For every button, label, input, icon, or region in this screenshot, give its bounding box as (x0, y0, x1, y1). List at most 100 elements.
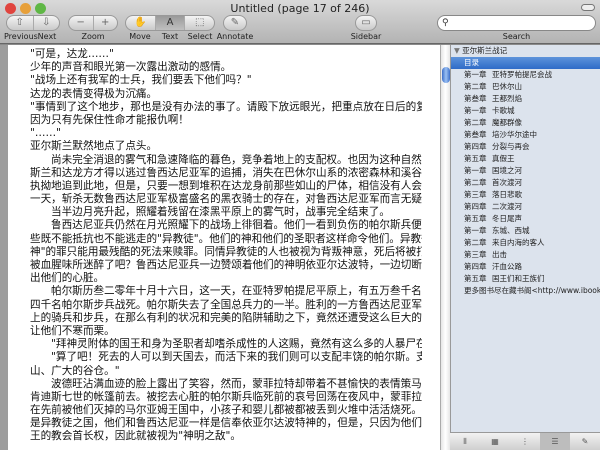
disclosure-triangle-icon[interactable]: ▼ (454, 46, 462, 55)
outline-chapter-title: 卡歌城 (492, 106, 515, 115)
outline-item[interactable]: 第二章 首次渡河 (451, 177, 600, 189)
outline-chapter-number: 目录 (464, 58, 479, 67)
outline-chapter-number: 第五章 (464, 274, 487, 283)
contact-sheet-icon[interactable]: ⋮ (510, 433, 540, 450)
outline-item[interactable]: 目录 (451, 57, 600, 69)
previous-up-arrow-icon[interactable]: ⇧ (7, 16, 34, 30)
outline-item[interactable]: 第一章 国境之河 (451, 165, 600, 177)
select-marquee-icon[interactable]: ⬚ (185, 16, 214, 30)
outline-chapter-title: 培沙华尔途中 (492, 130, 537, 139)
outline-chapter-number: 第二章 (464, 178, 487, 187)
text-line: "拜神灵附体的国王和身为圣职者却嗜杀成性的人这赐，竟然有这么多的人暴尸在异国的土… (51, 338, 422, 351)
outline-item[interactable]: 第五章 真假王 (451, 153, 600, 165)
outline-chapter-title: 冬日尾声 (492, 214, 522, 223)
text-line: 帕尔斯历叁二零年十月十六日，这一天，在亚特罗帕提尼平原上，有五万叁千名帕尔斯骑兵… (51, 285, 422, 298)
outline-item[interactable]: 第二章 来自内海的客人 (451, 237, 600, 249)
tool-mode-control: ✋ A ⬚ (125, 15, 215, 31)
page-nav-control: ⇧ ⇩ (6, 15, 60, 31)
text-line: 王的教会首长权，因此就被视为"神明之敌"。 (30, 430, 242, 443)
outline-chapter-number: 第二章 (464, 238, 487, 247)
scrollbar-thumb[interactable] (442, 67, 450, 83)
text-line: "事情到了这个地步，那也是没有办法的事了。请殿下放远眼光，把重点放在日后的复仇吧… (30, 100, 422, 113)
sidebar-footer: ⦀ ▦ ⋮ ☰ ✎ (450, 432, 600, 450)
outline-item[interactable]: 第四章 二次渡河 (451, 201, 600, 213)
previous-label: Previous (4, 32, 38, 41)
outline-chapter-title: 魔都群像 (492, 118, 522, 127)
toolbar: Untitled (page 17 of 246) ⇧ ⇩ Previous Ne… (0, 0, 600, 44)
outline-chapter-title: 分裂与再会 (492, 142, 530, 151)
outline-item[interactable]: 第二章 魔都群像 (451, 117, 600, 129)
outline-item[interactable]: 第五章 国王们和王族们 (451, 273, 600, 285)
search-label: Search (502, 32, 531, 41)
sidebar-icon: ▭ (361, 17, 371, 28)
outline-chapter-number: 第五章 (464, 154, 487, 163)
outline-item[interactable]: 第五章 冬日尾声 (451, 213, 600, 225)
outline-item[interactable]: 第叁章 培沙华尔途中 (451, 129, 600, 141)
window-title: Untitled (page 17 of 246) (230, 2, 370, 15)
outline-item[interactable]: 第叁章 王都烈焰 (451, 93, 600, 105)
pencil-icon: ✎ (230, 17, 240, 28)
toolbar-toggle-button[interactable] (581, 4, 595, 11)
text-line: "算了吧！死去的人可以到天国去，而活下来的我们则可以支配丰饶的帕尔斯。支配大陆公… (51, 351, 422, 364)
text-line: 神"的罪只能用最残酷的死法来赎罪。同情异教徒的人也被视为背叛神意，死后将被打下地… (30, 245, 422, 258)
outline-chapter-number: 第一章 (464, 226, 487, 235)
annotate-button[interactable]: ✎ (223, 15, 247, 31)
outline-item[interactable]: 第三章 落日悲歌 (451, 189, 600, 201)
outline-chapter-number: 第叁章 (464, 130, 487, 139)
text-line: 四千名帕尔斯步兵战死。帕尔斯失去了全国总兵力的一半。胜利的一方鲁西达尼亚军也损失… (30, 298, 422, 311)
text-line: 执拗地追到此地，但是，只要一想到堆积在达龙身前那些如山的尸体，相信没有人会不感到… (30, 179, 422, 192)
annotations-view-icon[interactable]: ✎ (570, 433, 600, 450)
zoom-out-minus-icon[interactable]: − (69, 16, 94, 30)
text-line: "战场上还有我军的士兵，我们要丢下他们吗？" (30, 74, 252, 87)
text-tool-icon[interactable]: A (155, 16, 186, 30)
outline-item[interactable]: 第一章 卡歌城 (451, 105, 600, 117)
search-input[interactable]: ⚲ (437, 15, 596, 31)
outline-chapter-title: 来自内海的客人 (492, 238, 545, 247)
resize-grip-icon[interactable]: ⦀ (450, 433, 480, 450)
zoom-label: Zoom (81, 32, 105, 41)
outline-chapter-title: 真假王 (492, 154, 515, 163)
move-label: Move (129, 32, 151, 41)
vertical-scrollbar[interactable] (440, 45, 450, 450)
text-line: 尚未完全消退的雾气和急速降临的暮色，竞争着地上的支配权。也因为这种自然条件的庇护… (51, 153, 422, 166)
outline-root[interactable]: ▼ 亚尔斯兰战记 (451, 45, 600, 57)
outline-chapter-number: 第一章 (464, 70, 487, 79)
text-line: 当半边月亮升起，照耀着残留在漆黑平原上的雾气时，战事完全结束了。 (51, 206, 390, 219)
outline-chapter-number: 第一章 (464, 166, 487, 175)
outline-chapter-number: 第一章 (464, 106, 487, 115)
text-line: 在先前被他们灭掉的马尔亚姆王国中，小孩子和婴儿都被都被丢到火堆中活活烧死。马尔亚… (30, 404, 422, 417)
text-line: 斯兰和达龙方才得以逃过鲁西达尼亚军的追捕，消失在巴休尔山系的浓密森林和溪谷当中。… (30, 166, 422, 179)
outline-item[interactable]: 第二章 巴休尔山 (451, 81, 600, 93)
text-label: Text (161, 32, 179, 41)
text-line: 肯迪斯七世的帐篷前去。被挖去心脏的帕尔斯兵临死前的哀号回荡在夜风中，蒙菲拉特不禁… (30, 390, 422, 403)
outline-chapter-number: 第叁章 (464, 94, 487, 103)
outline-item[interactable]: 第一章 亚特罗帕提尼会战 (451, 69, 600, 81)
document-page: "可是，达龙……" 少年的声音和眼光第一次露出激动的感情。 "战场上还有我军的士兵，… (0, 45, 440, 450)
outline-item[interactable]: 第四章 汗血公路 (451, 261, 600, 273)
outline-chapter-title: 亚特罗帕提尼会战 (492, 70, 552, 79)
zoom-control: − + (68, 15, 118, 31)
text-line: 因为只有先保住性命才能报仇啊！ (30, 113, 189, 126)
outline-chapter-title: 首次渡河 (492, 178, 522, 187)
text-line: "可是，达龙……" (30, 48, 114, 60)
outline-chapter-number: 第三章 (464, 190, 487, 199)
document-text: "可是，达龙……" 少年的声音和眼光第一次露出激动的感情。 "战场上还有我军的士兵，… (30, 48, 422, 444)
outline-chapter-title: 汗血公路 (492, 262, 522, 271)
outline-view-icon[interactable]: ☰ (540, 433, 570, 450)
select-label: Select (187, 32, 213, 41)
sidebar-button[interactable]: ▭ (355, 15, 377, 31)
outline-item[interactable]: 第四章 分裂与再会 (451, 141, 600, 153)
outline-item[interactable]: 更多图书尽在藏书阁<http://www.ibook... (451, 285, 600, 297)
outline-chapter-number: 更多图书尽在藏书阁<http://www.ibook... (464, 286, 600, 295)
text-line: 山、广大的谷仓。" (30, 364, 120, 377)
outline-chapter-title: 巴休尔山 (492, 82, 522, 91)
outline-chapter-number: 第二章 (464, 82, 487, 91)
outline-chapter-title: 落日悲歌 (492, 190, 522, 199)
zoom-in-plus-icon[interactable]: + (94, 16, 118, 30)
thumbnail-view-icon[interactable]: ▦ (480, 433, 510, 450)
move-hand-icon[interactable]: ✋ (126, 16, 156, 30)
sidebar-label: Sidebar (350, 32, 382, 41)
next-down-arrow-icon[interactable]: ⇩ (34, 16, 60, 30)
outline-item[interactable]: 第三章 出击 (451, 249, 600, 261)
outline-item[interactable]: 第一章 东城、西城 (451, 225, 600, 237)
